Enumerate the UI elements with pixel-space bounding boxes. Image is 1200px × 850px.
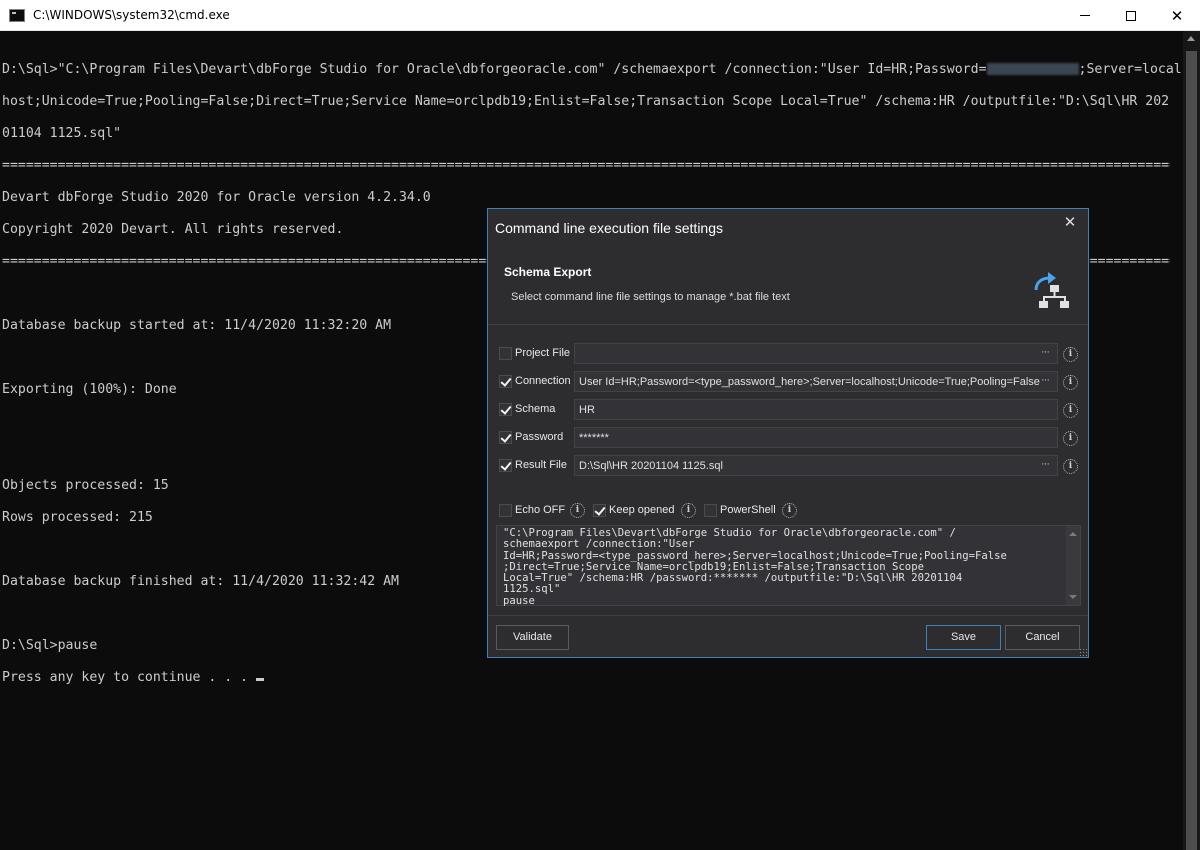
dialog-close-icon[interactable]: ✕ bbox=[1062, 215, 1078, 231]
maximize-icon bbox=[1126, 10, 1136, 21]
scroll-up-arrow-icon[interactable] bbox=[1187, 36, 1195, 41]
redacted-password bbox=[986, 63, 1079, 75]
scrollbar-thumb[interactable] bbox=[1186, 51, 1197, 850]
project-file-input[interactable] bbox=[574, 343, 1058, 364]
row-password: Password ******* i bbox=[488, 427, 1088, 449]
connection-input[interactable]: User Id=HR;Password=<type_password_here>… bbox=[574, 371, 1058, 392]
connection-label: Connection bbox=[515, 375, 571, 387]
header-title: Schema Export bbox=[504, 265, 592, 279]
dialog-header: Schema Export Select command line file s… bbox=[488, 246, 1088, 325]
info-icon[interactable]: i bbox=[782, 503, 797, 518]
resize-grip-icon[interactable] bbox=[1079, 648, 1087, 656]
close-icon: ✕ bbox=[1170, 7, 1184, 25]
project-file-checkbox[interactable] bbox=[499, 347, 512, 360]
echo-off-checkbox[interactable] bbox=[499, 504, 512, 517]
console-line: Devart dbForge Studio 2020 for Oracle ve… bbox=[2, 190, 431, 205]
window-titlebar: C:\WINDOWS\system32\cmd.exe ✕ bbox=[0, 0, 1200, 31]
minimize-button[interactable] bbox=[1062, 0, 1108, 31]
command-text: "C:\Program Files\Devart\dbForge Studio … bbox=[503, 527, 1007, 607]
cancel-button[interactable]: Cancel bbox=[1005, 625, 1080, 650]
console-scrollbar[interactable] bbox=[1183, 31, 1200, 850]
save-button-label: Save bbox=[950, 631, 977, 643]
password-label: Password bbox=[515, 431, 564, 443]
minimize-icon bbox=[1080, 15, 1090, 16]
console-text: Press any key to continue . . . bbox=[2, 670, 257, 685]
result-file-label: Result File bbox=[515, 459, 567, 471]
info-icon[interactable]: i bbox=[1063, 403, 1078, 418]
info-icon[interactable]: i bbox=[1063, 347, 1078, 362]
console-text: D:\Sql>"C:\Program Files\Devart\dbForge … bbox=[2, 62, 987, 77]
dialog-footer: Validate Save Cancel bbox=[488, 615, 1088, 657]
console-line: D:\Sql>"C:\Program Files\Devart\dbForge … bbox=[2, 62, 1182, 78]
console-line: host;Unicode=True;Pooling=False;Direct=T… bbox=[2, 94, 1170, 109]
row-connection: Connection User Id=HR;Password=<type_pas… bbox=[488, 371, 1088, 393]
keep-opened-label: Keep opened bbox=[609, 504, 675, 516]
cancel-button-label: Cancel bbox=[1025, 631, 1060, 643]
maximize-button[interactable] bbox=[1108, 0, 1154, 31]
schema-input[interactable]: HR bbox=[574, 399, 1058, 420]
info-icon[interactable]: i bbox=[1063, 431, 1078, 446]
schema-checkbox[interactable] bbox=[499, 403, 512, 416]
row-result-file: Result File D:\Sql\HR 20201104 1125.sql … bbox=[488, 455, 1088, 477]
window-title: C:\WINDOWS\system32\cmd.exe bbox=[33, 8, 230, 22]
powershell-label: PowerShell bbox=[720, 504, 776, 516]
console-text: ;Server=local bbox=[1078, 62, 1182, 77]
options-row: Echo OFF i Keep opened i PowerShell i bbox=[488, 502, 1088, 520]
connection-checkbox[interactable] bbox=[499, 375, 512, 388]
schema-label: Schema bbox=[515, 403, 556, 415]
scroll-down-arrow-icon[interactable] bbox=[1069, 595, 1077, 599]
info-icon[interactable]: i bbox=[570, 503, 585, 518]
close-window-button[interactable]: ✕ bbox=[1154, 0, 1200, 31]
connection-browse-button[interactable]: ··· bbox=[1041, 374, 1050, 386]
project-file-browse-button[interactable]: ··· bbox=[1041, 346, 1050, 358]
validate-button[interactable]: Validate bbox=[496, 625, 569, 650]
console-line: Press any key to continue . . . bbox=[2, 670, 1182, 686]
powershell-checkbox[interactable] bbox=[704, 504, 717, 517]
keep-opened-checkbox[interactable] bbox=[593, 504, 606, 517]
validate-button-label: Validate bbox=[513, 631, 552, 643]
dialog-title: Command line execution file settings bbox=[495, 220, 724, 236]
password-checkbox[interactable] bbox=[499, 431, 512, 444]
cmd-settings-dialog: Command line execution file settings ✕ S… bbox=[487, 208, 1089, 658]
info-icon[interactable]: i bbox=[1063, 459, 1078, 474]
info-icon[interactable]: i bbox=[681, 503, 696, 518]
scroll-up-arrow-icon[interactable] bbox=[1069, 532, 1077, 536]
command-text-scrollbar[interactable] bbox=[1066, 526, 1080, 605]
result-file-input[interactable]: D:\Sql\HR 20201104 1125.sql bbox=[574, 455, 1058, 476]
info-icon[interactable]: i bbox=[1063, 375, 1078, 390]
result-file-checkbox[interactable] bbox=[499, 459, 512, 472]
command-text-area[interactable]: "C:\Program Files\Devart\dbForge Studio … bbox=[496, 525, 1081, 606]
echo-off-label: Echo OFF bbox=[515, 504, 566, 516]
project-file-label: Project File bbox=[515, 347, 571, 359]
password-input[interactable]: ******* bbox=[574, 427, 1058, 448]
row-project-file: Project File ··· i bbox=[488, 343, 1088, 365]
save-button[interactable]: Save bbox=[926, 625, 1001, 650]
result-file-browse-button[interactable]: ··· bbox=[1041, 458, 1050, 470]
console-cursor bbox=[256, 678, 265, 681]
schema-export-icon bbox=[1034, 272, 1069, 308]
cmd-app-icon bbox=[9, 9, 25, 22]
console-line: 01104 1125.sql" bbox=[2, 126, 122, 141]
header-subtitle: Select command line file settings to man… bbox=[511, 291, 790, 303]
row-schema: Schema HR i bbox=[488, 399, 1088, 421]
console-separator: ========================================… bbox=[2, 158, 1170, 173]
